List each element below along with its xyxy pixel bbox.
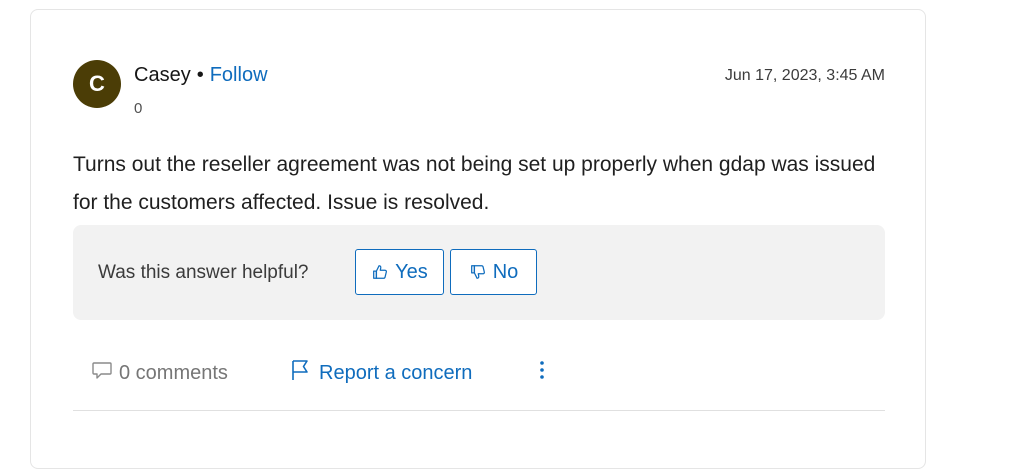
- no-label: No: [492, 260, 519, 283]
- thumbs-down-icon: [469, 263, 487, 281]
- author-line: Casey • Follow: [134, 64, 268, 87]
- yes-label: Yes: [395, 260, 428, 283]
- helpful-question: Was this answer helpful?: [98, 262, 309, 283]
- answer-header: C Casey • Follow 0 Jun 17, 2023, 3:45 AM: [73, 60, 885, 120]
- answer-actions: 0 comments Report a concern: [73, 355, 885, 389]
- comments-label: 0 comments: [119, 361, 228, 384]
- report-label: Report a concern: [319, 361, 473, 384]
- comments-button[interactable]: 0 comments: [91, 359, 228, 387]
- thumbs-up-icon: [371, 263, 389, 281]
- yes-button[interactable]: Yes: [355, 249, 444, 295]
- flag-icon: [289, 358, 311, 388]
- separator-dot: •: [196, 64, 204, 86]
- answer-body: Turns out the reseller agreement was not…: [73, 153, 876, 214]
- no-button[interactable]: No: [450, 249, 537, 295]
- helpful-panel: Was this answer helpful? Yes No: [73, 225, 885, 320]
- report-concern-link[interactable]: Report a concern: [289, 358, 472, 388]
- more-options-button[interactable]: [531, 357, 553, 387]
- more-vertical-icon: [539, 360, 545, 385]
- comment-icon: [91, 359, 113, 387]
- follow-link[interactable]: Follow: [210, 64, 268, 86]
- avatar[interactable]: C: [73, 60, 121, 108]
- answer-timestamp: Jun 17, 2023, 3:45 AM: [724, 67, 885, 84]
- author-name[interactable]: Casey: [134, 64, 191, 86]
- avatar-initial: C: [89, 71, 105, 96]
- reputation-score: 0: [134, 100, 143, 117]
- answer-card: C Casey • Follow 0 Jun 17, 2023, 3:45 AM T…: [30, 9, 926, 469]
- divider: [73, 410, 885, 411]
